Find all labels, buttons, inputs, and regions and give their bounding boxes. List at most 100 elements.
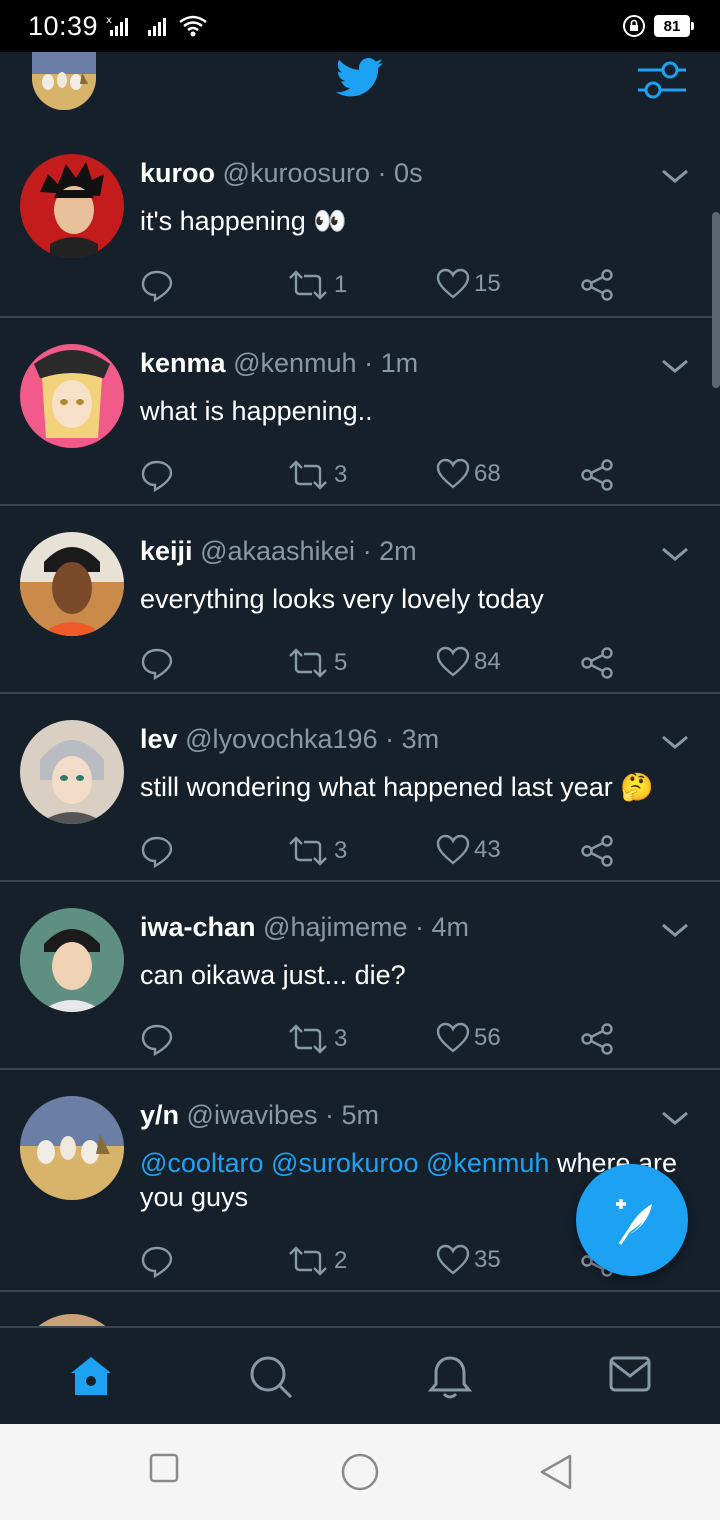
back-triangle-icon — [540, 1454, 572, 1490]
like-button[interactable]: 56 — [436, 1022, 501, 1054]
avatar[interactable] — [20, 1096, 124, 1200]
retweet-button[interactable]: 1 — [286, 268, 347, 302]
compose-tweet-button[interactable] — [576, 1164, 688, 1276]
twitter-bird-icon — [335, 58, 384, 103]
tweet-header: lev @lyovochka196 · 3m — [140, 724, 439, 755]
tweet-header: iwa-chan @hajimeme · 4m — [140, 912, 469, 943]
chevron-down-icon[interactable] — [660, 732, 690, 757]
back-button[interactable] — [538, 1452, 574, 1497]
retweet-count: 3 — [334, 1025, 348, 1052]
like-button[interactable]: 35 — [436, 1244, 501, 1276]
heart-icon — [436, 834, 470, 865]
mail-icon — [609, 1356, 651, 1392]
reply-button[interactable] — [140, 646, 174, 680]
nav-search[interactable] — [248, 1354, 294, 1405]
tweet-handle[interactable]: @iwavibes — [187, 1100, 318, 1130]
reply-button[interactable] — [140, 1244, 174, 1278]
avatar[interactable] — [20, 1314, 124, 1326]
tweet[interactable]: kuroo @kuroosuro · 0s it's happening 👀 1… — [0, 128, 720, 318]
status-left: 10:39 x — [28, 11, 208, 42]
tweet-text: everything looks very lovely today — [140, 584, 544, 614]
tweet-time: 0s — [394, 158, 423, 188]
tweet-author-name[interactable]: kuroo — [140, 158, 215, 188]
tweet-handle[interactable]: @kuroosuro — [223, 158, 370, 188]
reply-icon — [141, 1024, 173, 1056]
sliders-icon[interactable] — [636, 58, 688, 107]
tweet-partial[interactable] — [0, 1292, 720, 1326]
separator-dot: · — [377, 158, 387, 188]
retweet-button[interactable]: 3 — [286, 458, 347, 492]
like-button[interactable]: 15 — [436, 268, 501, 300]
like-button[interactable]: 84 — [436, 646, 501, 678]
tweet-handle[interactable]: @lyovochka196 — [185, 724, 378, 754]
tweet-author-name[interactable]: lev — [140, 724, 178, 754]
retweet-button[interactable]: 2 — [286, 1244, 347, 1278]
tweet-author-name[interactable]: kenma — [140, 348, 226, 378]
mention-link[interactable]: @surokuroo — [271, 1148, 418, 1178]
nav-messages[interactable] — [608, 1354, 652, 1399]
share-icon — [581, 647, 613, 679]
share-button[interactable] — [580, 646, 614, 680]
share-icon — [581, 1023, 613, 1055]
reply-button[interactable] — [140, 834, 174, 868]
tweet[interactable]: keiji @akaashikei · 2m everything looks … — [0, 506, 720, 694]
tweet-handle[interactable]: @kenmuh — [233, 348, 356, 378]
chevron-down-icon[interactable] — [660, 1108, 690, 1133]
retweet-button[interactable]: 3 — [286, 834, 347, 868]
tweet-handle[interactable]: @akaashikei — [200, 536, 355, 566]
avatar[interactable] — [20, 344, 124, 448]
tweet-author-name[interactable]: iwa-chan — [140, 912, 256, 942]
separator-dot: · — [415, 912, 425, 942]
reply-button[interactable] — [140, 268, 174, 302]
like-button[interactable]: 43 — [436, 834, 501, 866]
like-button[interactable]: 68 — [436, 458, 501, 490]
tweet-text: it's happening 👀 — [140, 206, 347, 236]
bell-icon — [427, 1356, 473, 1399]
share-button[interactable] — [580, 458, 614, 492]
like-count: 15 — [474, 270, 501, 297]
mention-link[interactable]: @cooltaro — [140, 1148, 263, 1178]
chevron-down-icon[interactable] — [660, 544, 690, 569]
retweet-icon — [289, 648, 327, 678]
avatar[interactable] — [20, 532, 124, 636]
nav-notifications[interactable] — [427, 1354, 473, 1405]
tweet[interactable]: kenma @kenmuh · 1m what is happening.. 3… — [0, 318, 720, 506]
reply-button[interactable] — [140, 1022, 174, 1056]
share-button[interactable] — [580, 268, 614, 302]
avatar[interactable] — [20, 720, 124, 824]
chevron-down-icon[interactable] — [660, 166, 690, 191]
nav-home[interactable] — [68, 1354, 114, 1403]
reply-icon — [141, 1246, 173, 1278]
tweet-text: can oikawa just... die? — [140, 960, 406, 990]
profile-avatar[interactable] — [32, 52, 96, 110]
tweet-actions: 2 35 — [140, 1244, 640, 1284]
tweet-handle[interactable]: @hajimeme — [263, 912, 407, 942]
heart-icon — [436, 1022, 470, 1053]
home-icon — [71, 1357, 111, 1395]
avatar[interactable] — [20, 154, 124, 258]
reply-icon — [141, 270, 173, 302]
retweet-button[interactable]: 3 — [286, 1022, 347, 1056]
timeline[interactable]: kuroo @kuroosuro · 0s it's happening 👀 1… — [0, 128, 720, 1326]
home-system-button[interactable] — [340, 1452, 380, 1497]
reply-button[interactable] — [140, 458, 174, 492]
tweet[interactable]: iwa-chan @hajimeme · 4m can oikawa just.… — [0, 882, 720, 1070]
signal-icon-2 — [148, 18, 167, 36]
tweet-header: kenma @kenmuh · 1m — [140, 348, 418, 379]
separator-dot: · — [325, 1100, 334, 1130]
chevron-down-icon[interactable] — [660, 920, 690, 945]
scrollbar[interactable] — [712, 212, 720, 388]
avatar[interactable] — [20, 908, 124, 1012]
reply-icon — [141, 648, 173, 680]
share-button[interactable] — [580, 834, 614, 868]
recent-apps-button[interactable] — [148, 1452, 180, 1489]
system-navigation-bar — [0, 1424, 720, 1520]
mention-link[interactable]: @kenmuh — [426, 1148, 549, 1178]
tweet-time: 3m — [401, 724, 440, 754]
chevron-down-icon[interactable] — [660, 356, 690, 381]
tweet-author-name[interactable]: y/n — [140, 1100, 179, 1130]
retweet-button[interactable]: 5 — [286, 646, 347, 680]
tweet[interactable]: lev @lyovochka196 · 3m still wondering w… — [0, 694, 720, 882]
share-button[interactable] — [580, 1022, 614, 1056]
tweet-author-name[interactable]: keiji — [140, 536, 193, 566]
